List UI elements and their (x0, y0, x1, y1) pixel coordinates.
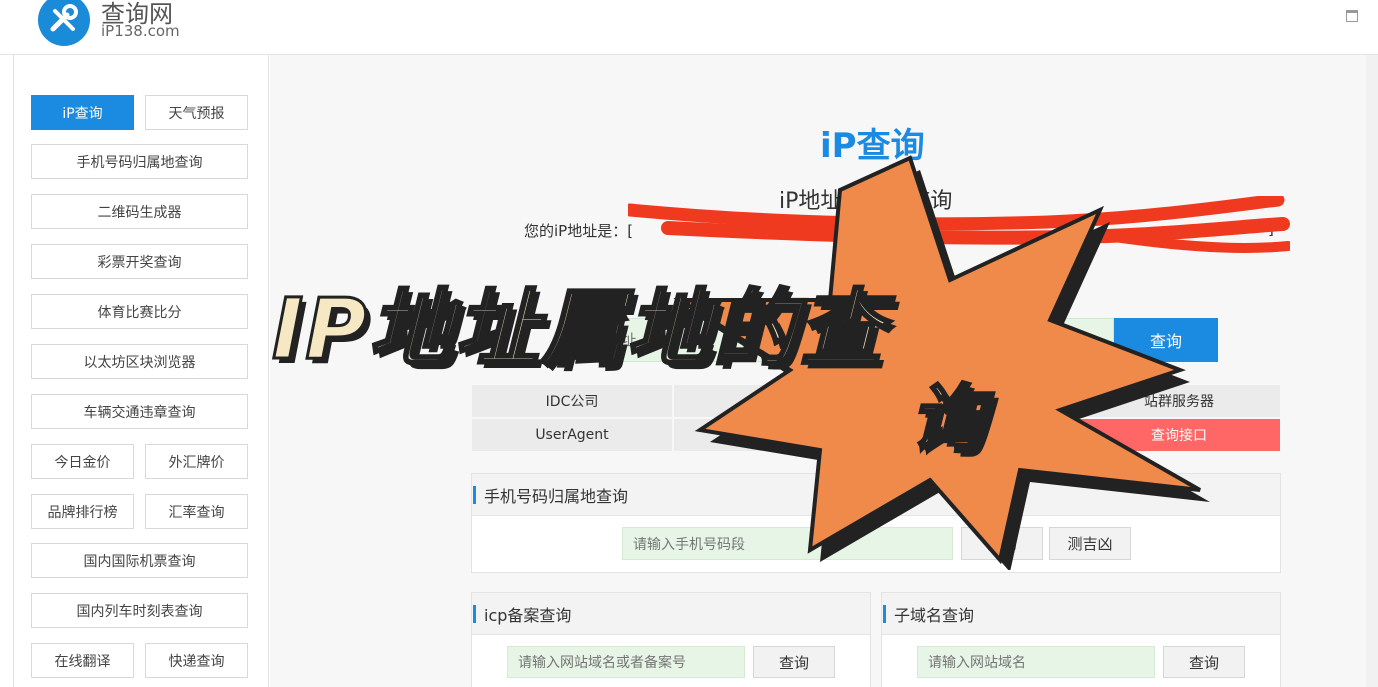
subdomain-input[interactable] (917, 646, 1155, 678)
panel-accent-bar (883, 604, 886, 623)
panel-accent-bar (473, 485, 476, 504)
your-ip-label: 您的iP地址是：[ (524, 222, 634, 240)
icp-panel-header: icp备案查询 (472, 593, 870, 635)
grid-item-idc[interactable]: IDC公司 (471, 384, 673, 418)
your-ip-line: 您的iP地址是：[ (524, 220, 633, 241)
overlay-title-line1: IP地址属地的查 (271, 279, 885, 380)
subdomain-panel-title: 子域名查询 (894, 605, 975, 625)
phone-panel-title: 手机号码归属地查询 (484, 486, 629, 506)
sidebar-item-lottery[interactable]: 彩票开奖查询 (31, 244, 248, 279)
sidebar-item-exchange-rate[interactable]: 汇率查询 (145, 494, 248, 529)
subdomain-query-button[interactable]: 查询 (1163, 646, 1245, 678)
grid-item-useragent[interactable]: UserAgent (471, 418, 673, 452)
window-icon[interactable] (1346, 10, 1358, 22)
tools-icon[interactable] (38, 0, 90, 46)
sidebar-item-trains[interactable]: 国内列车时刻表查询 (31, 593, 248, 628)
panel-accent-bar (473, 604, 476, 623)
icp-input[interactable] (507, 646, 745, 678)
icp-field[interactable] (508, 647, 744, 677)
sidebar-item-traffic[interactable]: 车辆交通违章查询 (31, 394, 248, 429)
scrollbar[interactable] (1366, 55, 1378, 687)
icp-query-button[interactable]: 查询 (753, 646, 835, 678)
sidebar-item-phone-location[interactable]: 手机号码归属地查询 (31, 144, 248, 179)
overlay-title-line2: 询 (909, 376, 986, 465)
sidebar-item-express[interactable]: 快递查询 (145, 643, 248, 678)
subdomain-panel-header: 子域名查询 (882, 593, 1280, 635)
site-header: 查询网 iP138.com (0, 0, 1378, 55)
logo-subtitle[interactable]: iP138.com (101, 22, 180, 40)
sidebar-item-forex[interactable]: 外汇牌价 (145, 444, 248, 479)
sidebar-item-qrcode[interactable]: 二维码生成器 (31, 194, 248, 229)
sidebar-item-brand-rank[interactable]: 品牌排行榜 (31, 494, 134, 529)
sidebar-item-translate[interactable]: 在线翻译 (31, 643, 134, 678)
sidebar-item-flights[interactable]: 国内国际机票查询 (31, 543, 248, 578)
icp-panel-title: icp备案查询 (484, 605, 572, 625)
sidebar-item-gold[interactable]: 今日金价 (31, 444, 134, 479)
sidebar-item-sports[interactable]: 体育比赛比分 (31, 294, 248, 329)
sidebar-item-weather[interactable]: 天气预报 (145, 95, 248, 130)
sidebar-item-ethereum[interactable]: 以太坊区块浏览器 (31, 344, 248, 379)
sidebar-item-ip-query[interactable]: iP查询 (31, 95, 134, 130)
subdomain-field[interactable] (918, 647, 1154, 677)
